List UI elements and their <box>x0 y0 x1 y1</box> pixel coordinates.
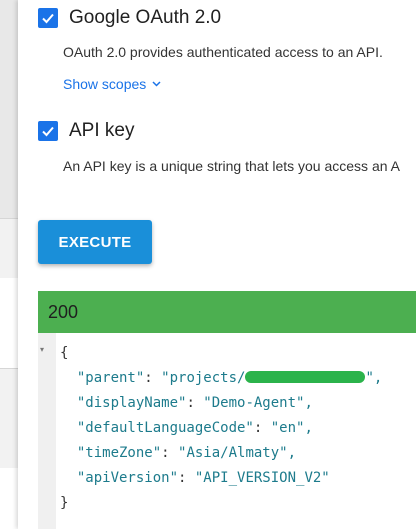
fold-arrow-icon[interactable]: ▾ <box>40 345 44 354</box>
oauth-checkbox[interactable] <box>38 8 58 28</box>
json-key: "timeZone" <box>76 445 162 461</box>
json-value: "Asia/Almaty", <box>178 445 297 461</box>
oauth-title: Google OAuth 2.0 <box>69 7 222 28</box>
apikey-description: An API key is a unique string that lets … <box>63 158 400 174</box>
json-close-brace: } <box>60 495 69 511</box>
json-value-suffix: ", <box>365 370 383 386</box>
show-scopes-label: Show scopes <box>63 76 147 92</box>
oauth-description: OAuth 2.0 provides authenticated access … <box>63 44 383 60</box>
json-value: "projects/ <box>161 370 246 386</box>
json-key: "apiVersion" <box>76 470 179 486</box>
gutter-block <box>0 218 18 280</box>
json-value: "Demo-Agent", <box>203 395 313 411</box>
json-value: "API_VERSION_V2" <box>194 470 330 486</box>
response-body[interactable]: ▾ { "parent": "projects/", "displayName"… <box>38 333 416 529</box>
json-value: "en", <box>270 420 313 436</box>
left-gutter <box>0 0 18 529</box>
code-gutter: ▾ <box>38 333 56 529</box>
gutter-block <box>0 468 18 529</box>
json-key: "defaultLanguageCode" <box>76 420 254 436</box>
gutter-block <box>0 368 18 470</box>
json-key: "displayName" <box>76 395 187 411</box>
show-scopes-link[interactable]: Show scopes <box>63 76 161 92</box>
check-icon <box>42 126 54 137</box>
apikey-checkbox[interactable] <box>38 121 58 141</box>
json-code: { "parent": "projects/", "displayName": … <box>60 345 383 511</box>
gutter-block <box>0 278 18 368</box>
response-status-bar: 200 <box>38 291 416 333</box>
json-key: "parent" <box>76 370 145 386</box>
status-code: 200 <box>48 301 79 322</box>
check-icon <box>42 13 54 24</box>
apikey-title: API key <box>69 120 135 141</box>
execute-button[interactable]: EXECUTE <box>38 220 152 264</box>
chevron-down-icon <box>152 81 161 87</box>
redacted-project-id <box>245 371 366 383</box>
apikey-option[interactable]: API key <box>38 120 134 142</box>
oauth-option[interactable]: Google OAuth 2.0 <box>38 7 221 29</box>
json-open-brace: { <box>60 345 69 361</box>
